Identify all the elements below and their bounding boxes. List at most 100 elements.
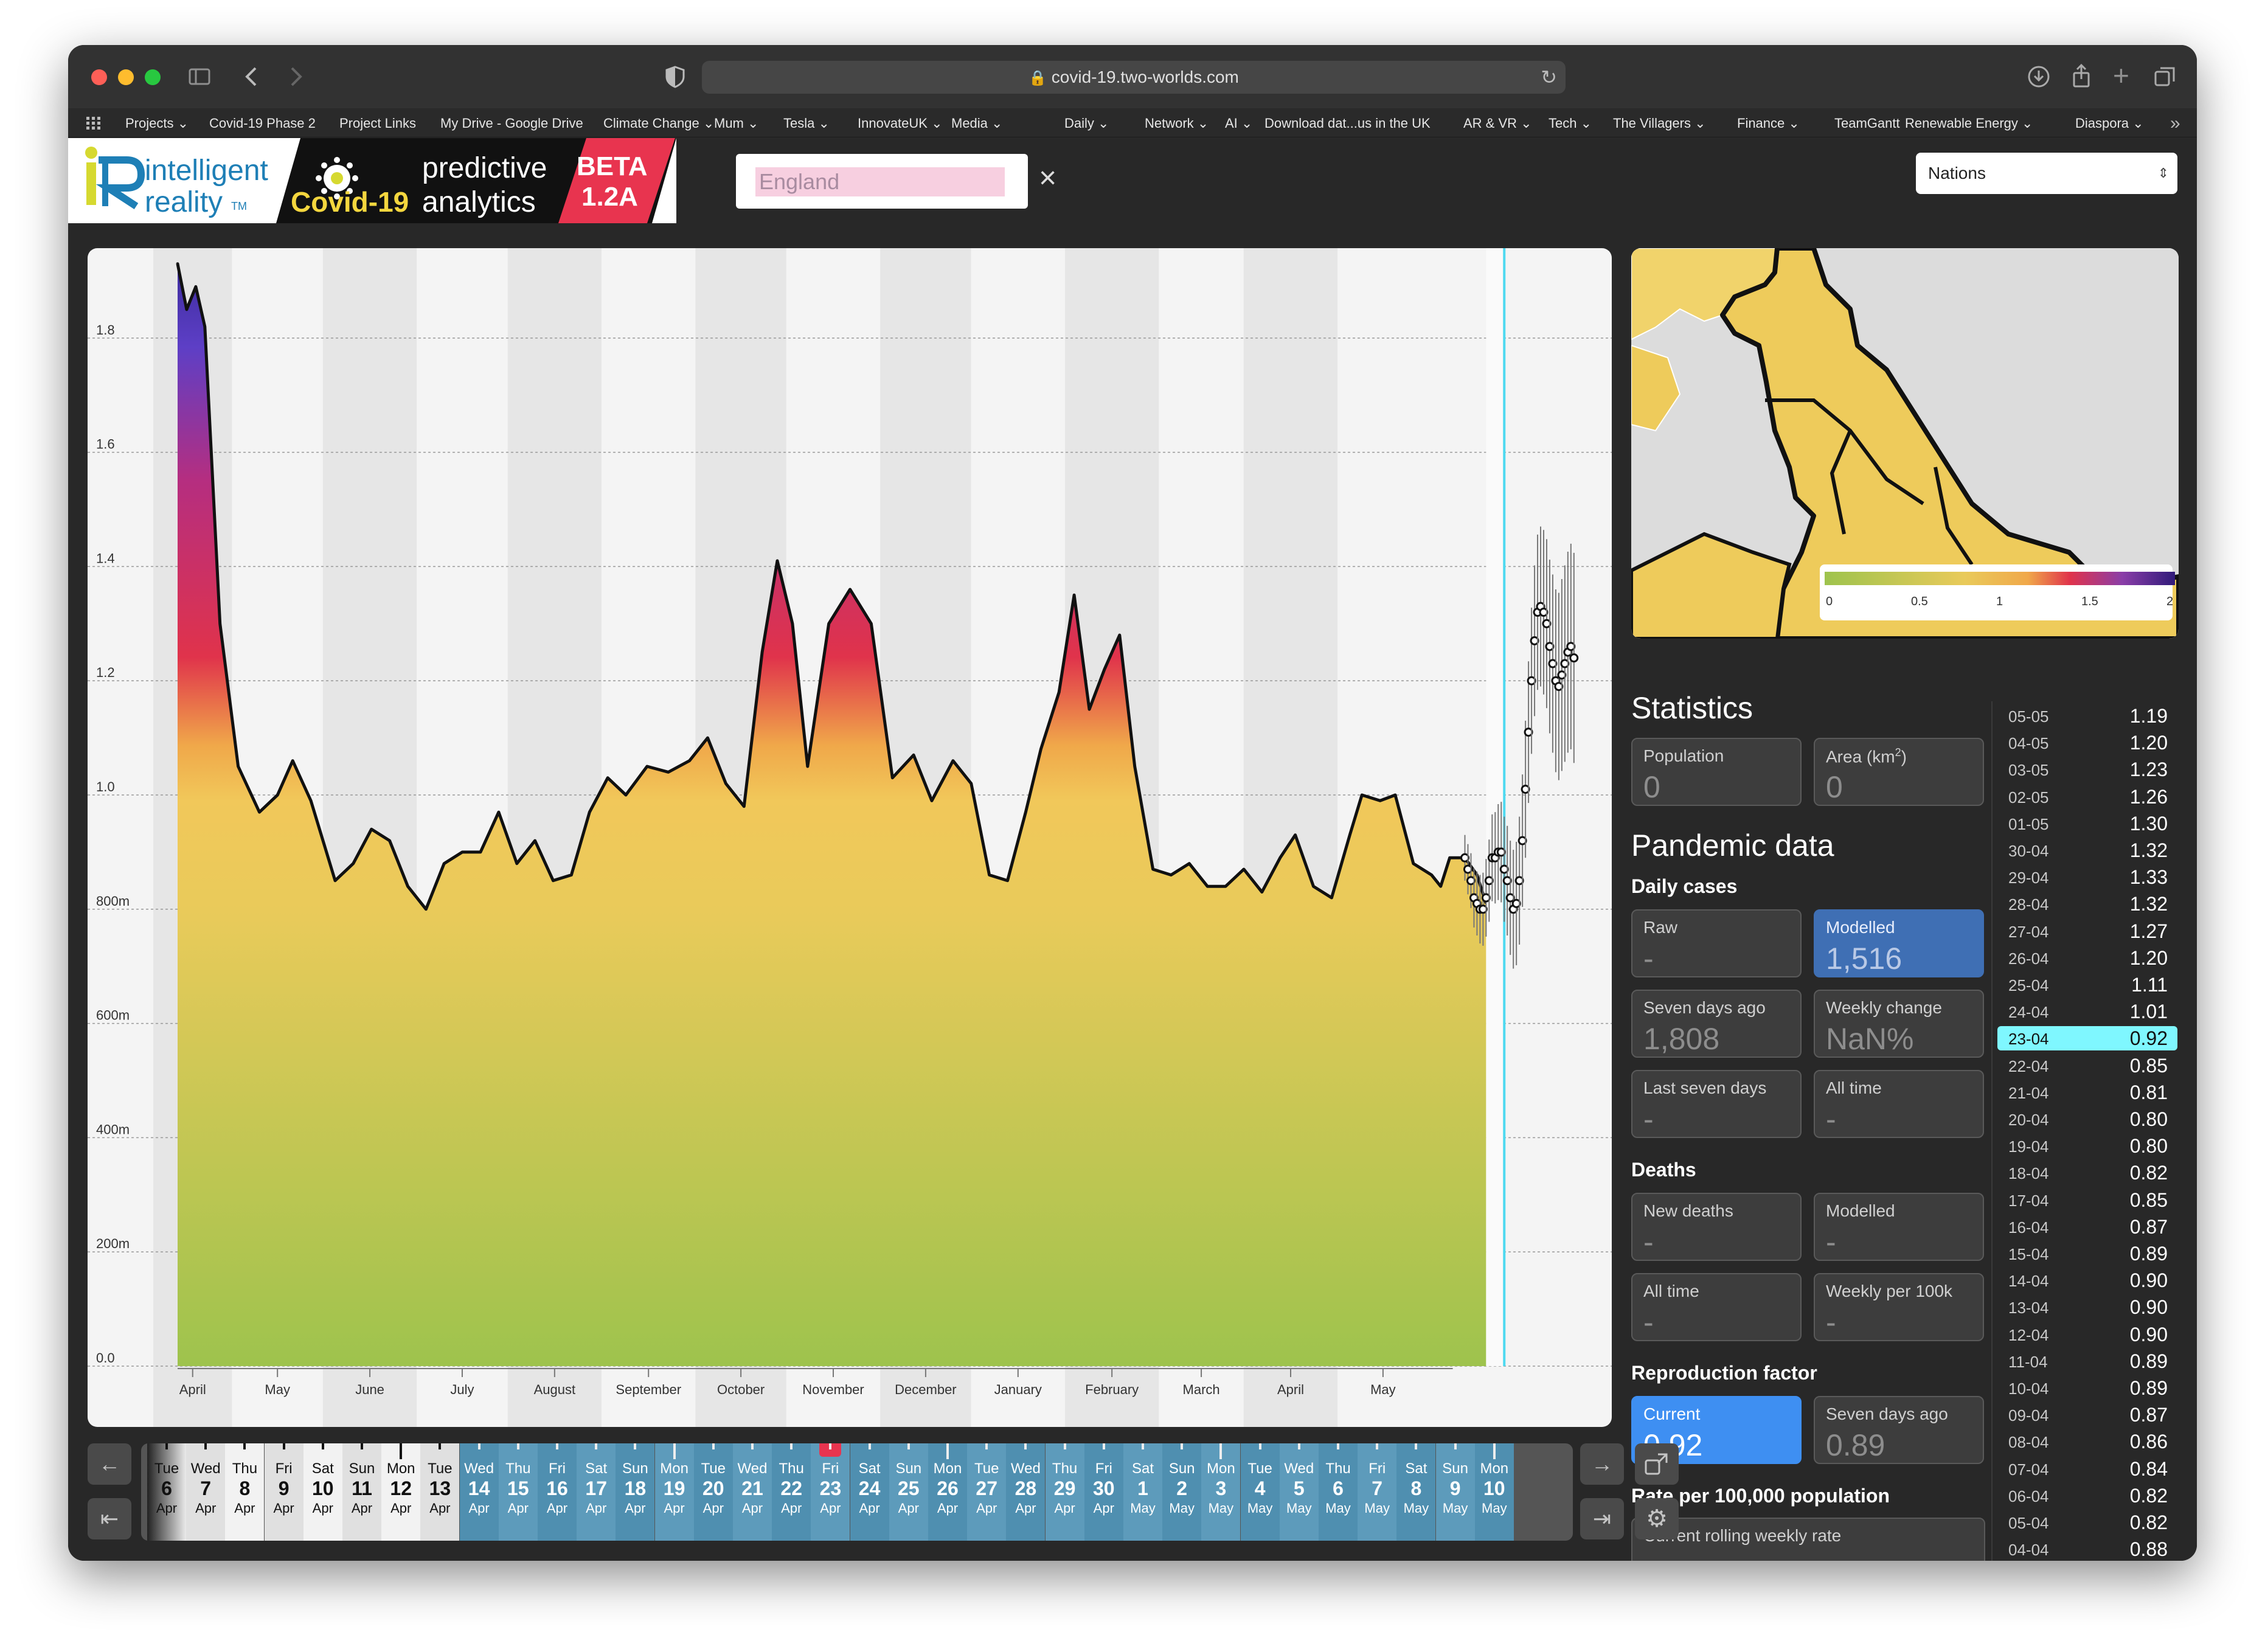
bookmark-item[interactable]: Climate Change ⌄ [603, 116, 714, 131]
date-timeline[interactable]: Tue 6 Apr Wed 7 Apr Thu 8 Apr Fri 9 Apr Sat 10 Apr Sun 1… [141, 1443, 1573, 1541]
timeline-day[interactable]: Wed 14 Apr [459, 1443, 499, 1541]
r-list-row[interactable]: 24-04 1.01 [1997, 999, 2177, 1024]
r-list-row[interactable]: 13-04 0.90 [1997, 1295, 2177, 1319]
r-list-row[interactable]: 08-04 0.86 [1997, 1429, 2177, 1454]
timeline-day[interactable]: Sun 18 Apr [616, 1443, 655, 1541]
download-icon[interactable] [2027, 64, 2051, 93]
address-bar[interactable]: 🔒 covid-19.two-worlds.com ↻ [702, 61, 1566, 94]
reload-icon[interactable]: ↻ [1541, 61, 1557, 94]
timeline-day[interactable]: Sun 9 May [1435, 1443, 1475, 1541]
timeline-day[interactable]: Fri 9 Apr [264, 1443, 304, 1541]
timeline-day[interactable]: Sun 25 Apr [889, 1443, 928, 1541]
timeline-day[interactable]: Thu 15 Apr [498, 1443, 538, 1541]
timeline-day[interactable]: Tue 27 Apr [967, 1443, 1007, 1541]
timeline-day[interactable]: Mon 10 May [1474, 1443, 1514, 1541]
bookmark-item[interactable]: Renewable Energy ⌄ [1905, 116, 2033, 131]
r-list-row[interactable]: 11-04 0.89 [1997, 1349, 2177, 1373]
timeline-day[interactable]: Tue 4 May [1240, 1443, 1280, 1541]
timeline-day[interactable]: Fri 7 May [1358, 1443, 1397, 1541]
share-icon[interactable] [2069, 63, 2093, 93]
back-icon[interactable] [240, 64, 264, 93]
r-list-row[interactable]: 12-04 0.90 [1997, 1322, 2177, 1347]
bookmark-item[interactable]: Projects ⌄ [125, 116, 189, 131]
r-list-row[interactable]: 16-04 0.87 [1997, 1215, 2177, 1239]
clear-search-icon[interactable]: × [1039, 162, 1056, 193]
r-list-row[interactable]: 10-04 0.89 [1997, 1376, 2177, 1400]
timeline-day[interactable]: Tue 20 Apr [693, 1443, 733, 1541]
new-tab-icon[interactable]: + [2113, 61, 2129, 89]
timeline-day[interactable]: Tue 13 Apr [420, 1443, 460, 1541]
app-logo[interactable]: intelligent reality TM predictive Covid-… [68, 138, 676, 223]
timeline-day[interactable]: Sun 11 Apr [342, 1443, 381, 1541]
bookmark-item[interactable]: Mum ⌄ [714, 116, 758, 131]
bookmark-item[interactable]: TeamGantt [1834, 116, 1900, 131]
jump-forward-button[interactable]: ⇥ [1580, 1498, 1624, 1539]
timeline-day[interactable]: Sat 1 May [1123, 1443, 1162, 1541]
r-list-row[interactable]: 06-04 0.82 [1997, 1484, 2177, 1508]
privacy-shield-icon[interactable] [663, 64, 687, 93]
r-list-row[interactable]: 27-04 1.27 [1997, 919, 2177, 943]
timeline-day[interactable]: Wed 28 Apr [1006, 1443, 1046, 1541]
sidebar-toggle-icon[interactable] [187, 64, 212, 93]
timeline-day[interactable]: Fri 16 Apr [538, 1443, 577, 1541]
timeline-day[interactable]: Sat 8 May [1396, 1443, 1436, 1541]
timeline-day[interactable]: Mon 3 May [1201, 1443, 1241, 1541]
timeline-day[interactable]: Sun 2 May [1162, 1443, 1202, 1541]
bookmark-item[interactable]: InnovateUK ⌄ [858, 116, 943, 131]
deaths-modelled-card[interactable]: Modelled - [1814, 1193, 1984, 1261]
r-list-row[interactable]: 01-05 1.30 [1997, 811, 2177, 836]
timeline-day[interactable]: Mon 26 Apr [928, 1443, 967, 1541]
r-list-row[interactable]: 23-04 0.92 [1997, 1026, 2177, 1051]
apps-grid-icon[interactable] [86, 117, 101, 133]
timeline-day[interactable]: Thu 22 Apr [772, 1443, 811, 1541]
timeline-day[interactable]: Tue 6 Apr [147, 1443, 186, 1541]
r-list-row[interactable]: 30-04 1.32 [1997, 838, 2177, 862]
timeline-day[interactable]: Wed 21 Apr [733, 1443, 772, 1541]
minimize-window-button[interactable] [118, 69, 134, 85]
step-forward-button[interactable]: → [1580, 1443, 1624, 1485]
timeline-day[interactable]: Wed 7 Apr [186, 1443, 226, 1541]
timeline-day[interactable]: Mon 19 Apr [654, 1443, 694, 1541]
settings-button[interactable]: ⚙ [1635, 1498, 1679, 1539]
chart-canvas[interactable]: 0.0 200m 400m 600m 800m 1.0 1.2 1.4 1.6 1.8 April M… [88, 248, 1612, 1427]
step-back-button[interactable]: ← [88, 1443, 131, 1485]
r-list-row[interactable]: 18-04 0.82 [1997, 1161, 2177, 1185]
zoom-window-button[interactable] [145, 69, 161, 85]
bookmark-item[interactable]: Tesla ⌄ [783, 116, 830, 131]
r-list-row[interactable]: 04-04 0.88 [1997, 1537, 2177, 1559]
r-list-row[interactable]: 02-05 1.26 [1997, 785, 2177, 809]
r-list-row[interactable]: 22-04 0.85 [1997, 1053, 2177, 1078]
r-value-list[interactable]: 05-05 1.19 04-05 1.20 03-05 1.23 02-05 1.26 01-0… [1997, 701, 2180, 1559]
bookmark-item[interactable]: Media ⌄ [951, 116, 1002, 131]
raw-cases-card[interactable]: Raw - [1631, 909, 1802, 977]
tab-overview-icon[interactable] [2153, 64, 2177, 93]
jump-back-button[interactable]: ⇤ [88, 1498, 131, 1539]
modelled-cases-card[interactable]: Modelled 1,516 [1814, 909, 1984, 977]
timeline-day[interactable]: Sat 24 Apr [850, 1443, 889, 1541]
r-list-row[interactable]: 20-04 0.80 [1997, 1107, 2177, 1131]
timeline-day[interactable]: Mon 12 Apr [381, 1443, 421, 1541]
bookmark-item[interactable]: The Villagers ⌄ [1613, 116, 1706, 131]
r-list-row[interactable]: 28-04 1.32 [1997, 892, 2177, 916]
r-list-row[interactable]: 05-04 0.82 [1997, 1510, 2177, 1535]
forward-icon[interactable] [283, 64, 308, 93]
r-list-row[interactable]: 14-04 0.90 [1997, 1268, 2177, 1293]
bookmark-item[interactable]: Network ⌄ [1145, 116, 1209, 131]
timeline-day[interactable]: Fri 30 Apr [1084, 1443, 1123, 1541]
r-list-row[interactable]: 05-05 1.19 [1997, 704, 2177, 728]
r-list-row[interactable]: 29-04 1.33 [1997, 865, 2177, 889]
timeline-day[interactable]: Thu 8 Apr [225, 1443, 265, 1541]
expand-view-button[interactable] [1635, 1443, 1679, 1485]
timeline-day[interactable]: Sat 10 Apr [303, 1443, 342, 1541]
timeline-day[interactable]: Thu 29 Apr [1045, 1443, 1084, 1541]
bookmark-item[interactable]: My Drive - Google Drive [440, 116, 583, 131]
bookmark-item[interactable]: Download dat...us in the UK [1264, 116, 1431, 131]
r-list-row[interactable]: 17-04 0.85 [1997, 1188, 2177, 1212]
r-list-row[interactable]: 04-05 1.20 [1997, 731, 2177, 755]
timeline-day[interactable]: Sat 17 Apr [577, 1443, 616, 1541]
r-list-row[interactable]: 09-04 0.87 [1997, 1403, 2177, 1427]
bookmark-item[interactable]: AI ⌄ [1225, 116, 1252, 131]
r-list-row[interactable]: 19-04 0.80 [1997, 1134, 2177, 1158]
timeline-day[interactable]: Thu 6 May [1319, 1443, 1358, 1541]
new-deaths-card[interactable]: New deaths - [1631, 1193, 1802, 1261]
